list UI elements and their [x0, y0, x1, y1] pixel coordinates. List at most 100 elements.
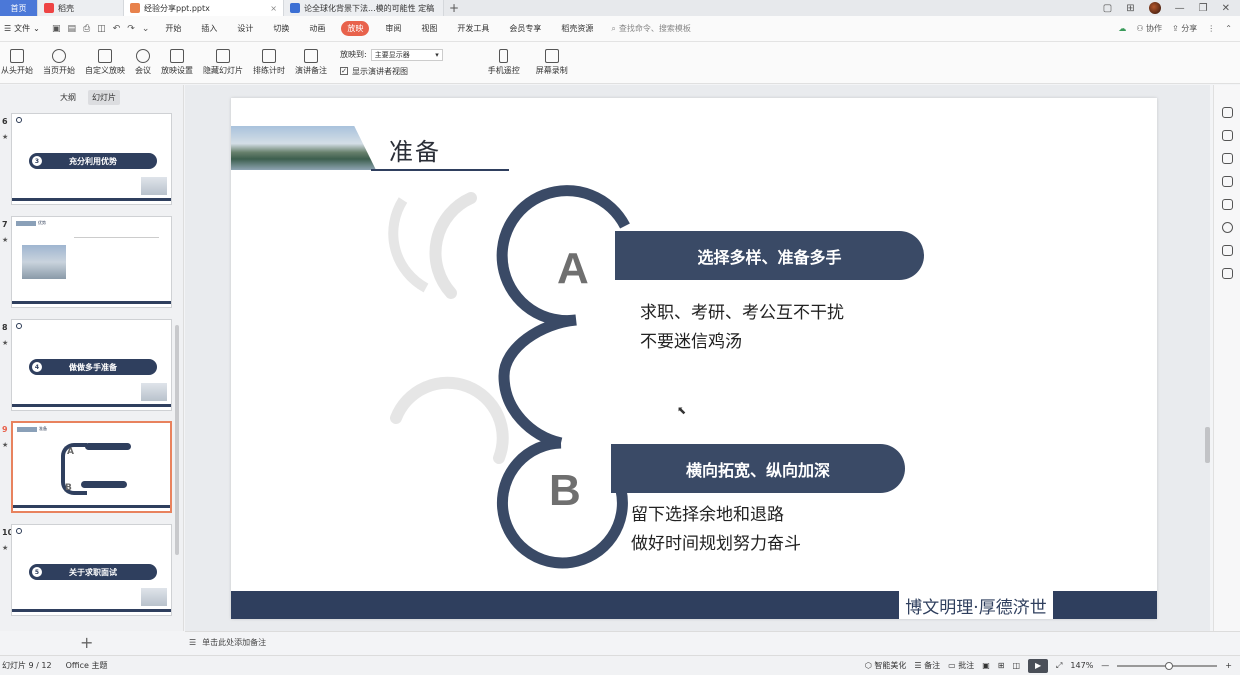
rehearse-timing-button[interactable]: 排练计时	[248, 49, 290, 76]
zoom-out-icon[interactable]: —	[1101, 661, 1109, 670]
collapse-ribbon-icon[interactable]: ⌃	[1225, 24, 1232, 33]
avatar[interactable]	[1148, 2, 1161, 14]
play-icon: ▶	[1034, 661, 1042, 670]
add-slide-button[interactable]: +	[80, 633, 93, 652]
redo-icon[interactable]: ↷	[127, 24, 135, 34]
play-slideshow-button[interactable]: ▶	[1028, 658, 1049, 673]
animation-pane-icon[interactable]	[1221, 176, 1233, 187]
hide-slide-button[interactable]: 隐藏幻灯片	[198, 49, 248, 76]
timer-icon	[262, 49, 276, 63]
custom-show-button[interactable]: 自定义放映	[80, 49, 130, 76]
command-search[interactable]: ⌕ 查找命令、搜索模板	[611, 23, 690, 34]
thumb-number: 9	[2, 425, 8, 434]
screen-record-label: 屏幕录制	[535, 66, 568, 75]
beautify-button[interactable]: ⬡ 智能美化	[865, 660, 907, 671]
play-from-start-button[interactable]: 从头开始	[0, 49, 38, 76]
slide-thumbnail-8[interactable]: 4 做做多手准备	[11, 319, 172, 411]
animation-star-icon: ★	[2, 441, 9, 449]
speaker-notes-icon	[304, 49, 318, 63]
properties-icon[interactable]	[1221, 107, 1233, 118]
zoom-level[interactable]: 147%	[1070, 661, 1093, 670]
animation-star-icon: ★	[2, 544, 9, 552]
meeting-button[interactable]: 会议	[130, 49, 156, 76]
thumbnail-scrollbar[interactable]	[175, 325, 179, 555]
undo-icon[interactable]: ↶	[113, 24, 121, 34]
notes-toggle[interactable]: ☰ 备注	[914, 660, 940, 671]
minimize-icon[interactable]: —	[1175, 3, 1185, 14]
fit-window-icon[interactable]: ⤢	[1056, 661, 1062, 671]
save-icon[interactable]: ▣	[52, 24, 61, 34]
restore-icon[interactable]: ❐	[1199, 3, 1208, 14]
zoom-slider[interactable]	[1117, 661, 1218, 670]
more-icon[interactable]: ⋮	[1207, 24, 1215, 33]
tab-slides[interactable]: 幻灯片	[88, 89, 120, 105]
menu-view[interactable]: 视图	[411, 23, 447, 34]
slide-thumbnail-7[interactable]: 优势	[11, 216, 172, 308]
customize-icon[interactable]: ⌄	[142, 24, 150, 34]
menu-review[interactable]: 审阅	[375, 23, 411, 34]
tab-pptx[interactable]: 经验分享ppt.pptx ×	[124, 0, 284, 16]
apps-icon[interactable]: ⊞	[1126, 3, 1134, 14]
canvas-scrollbar[interactable]	[1203, 85, 1213, 631]
body-a: 求职、考研、考公互不干扰 不要迷信鸡汤	[640, 299, 844, 357]
play-to-value: 主要显示器	[374, 50, 410, 59]
tab-word-doc[interactable]: 论全球化背景下法...模的可能性 定稿	[284, 0, 444, 16]
slideshow-settings-button[interactable]: 放映设置	[156, 49, 198, 76]
status-bar: 幻灯片 9 / 12 Office 主题 ⬡ 智能美化 ☰ 备注 ▭ 批注 ▣ …	[0, 655, 1240, 675]
notes-pane[interactable]: ☰ 单击此处添加备注	[185, 631, 1240, 653]
help-icon[interactable]	[1221, 222, 1233, 233]
template-icon[interactable]	[1221, 199, 1233, 210]
menu-transition[interactable]: 切换	[263, 23, 299, 34]
presenter-view-checkbox[interactable]: ✓ 显示演讲者视图	[340, 66, 443, 77]
school-logo-icon	[16, 323, 22, 329]
menu-animation[interactable]: 动画	[299, 23, 335, 34]
normal-view-icon[interactable]: ▣	[982, 661, 990, 670]
print-preview-icon[interactable]: ◫	[97, 24, 106, 34]
new-tab-button[interactable]: +	[444, 0, 464, 16]
slide-thumbnail-9[interactable]: 准备 A B	[11, 421, 172, 513]
tab-home[interactable]: 首页	[0, 0, 38, 16]
settings-icon[interactable]	[1221, 153, 1233, 164]
thumb-pill: 5 关于求职面试	[29, 564, 157, 580]
sorter-view-icon[interactable]: ⊞	[998, 661, 1005, 670]
phone-remote-button[interactable]: 手机遥控	[483, 49, 525, 76]
play-to-select[interactable]: 主要显示器 ▾	[370, 48, 443, 61]
checkbox-checked-icon: ✓	[340, 66, 348, 75]
share-button[interactable]: ⇪ 分享	[1172, 23, 1197, 34]
comments-toggle[interactable]: ▭ 批注	[948, 660, 974, 671]
menu-insert[interactable]: 插入	[191, 23, 227, 34]
backup-icon[interactable]	[1221, 245, 1233, 256]
tab-docer[interactable]: 稻壳	[38, 0, 124, 16]
menu-start[interactable]: 开始	[155, 23, 191, 34]
menu-design[interactable]: 设计	[227, 23, 263, 34]
object-format-icon[interactable]	[1221, 130, 1233, 141]
menu-developer[interactable]: 开发工具	[447, 23, 499, 34]
layout-icon[interactable]: ▢	[1103, 3, 1112, 14]
reading-view-icon[interactable]: ◫	[1012, 661, 1020, 670]
speaker-notes-button[interactable]: 演讲备注	[290, 49, 332, 76]
scrollbar-thumb[interactable]	[1205, 427, 1210, 463]
print-icon[interactable]: ⎙	[83, 24, 90, 34]
zoom-slider-knob[interactable]	[1165, 661, 1174, 670]
close-tab-icon[interactable]: ×	[270, 4, 277, 13]
menu-docer-resources[interactable]: 稻壳资源	[551, 23, 603, 34]
tab-word-doc-label: 论全球化背景下法...模的可能性 定稿	[304, 3, 435, 13]
zoom-in-icon[interactable]: +	[1225, 661, 1232, 670]
close-window-icon[interactable]: ✕	[1222, 3, 1230, 14]
slide-thumbnail-6[interactable]: 3 充分利用优势	[11, 113, 172, 205]
menu-slideshow[interactable]: 放映	[341, 21, 370, 36]
location-icon[interactable]	[1221, 268, 1233, 279]
collab-button[interactable]: ⚇ 协作	[1136, 23, 1162, 34]
cloud-sync-icon[interactable]: ☁	[1118, 24, 1126, 33]
menu-member[interactable]: 会员专享	[499, 23, 551, 34]
screen-record-button[interactable]: 屏幕录制	[531, 49, 573, 76]
tab-pptx-label: 经验分享ppt.pptx	[144, 3, 210, 13]
current-slide[interactable]: 准备 选择多样、准备多手 A 求职、考研、考公互不干扰 不要迷信鸡汤 横向拓宽、…	[231, 98, 1157, 619]
school-logo-icon	[16, 528, 22, 534]
tab-outline[interactable]: 大纲	[56, 90, 80, 105]
export-pdf-icon[interactable]: ▤	[68, 24, 77, 34]
file-menu[interactable]: ☰ 文件 ⌄	[0, 23, 46, 34]
heading-pill-a: 选择多样、准备多手	[615, 231, 924, 280]
slide-thumbnail-10[interactable]: 5 关于求职面试	[11, 524, 172, 616]
play-current-button[interactable]: 当页开始	[38, 49, 80, 76]
